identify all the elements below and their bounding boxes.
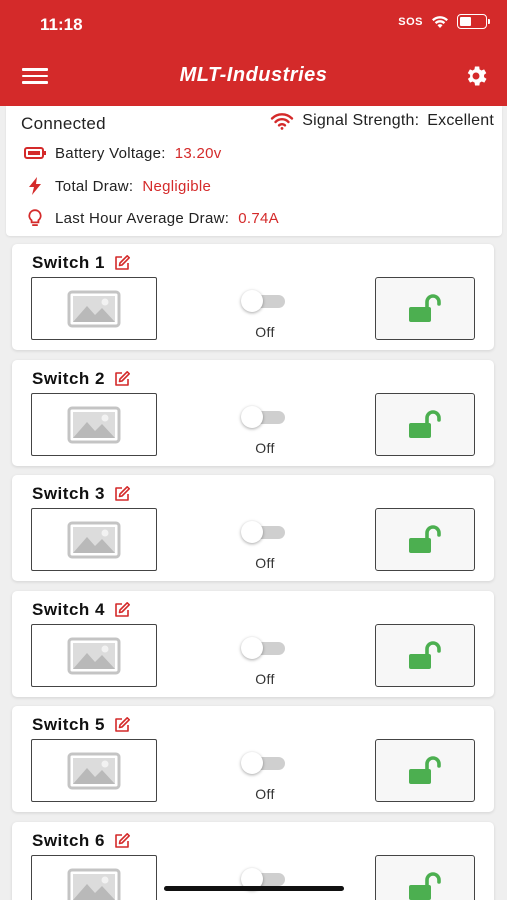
switch-name: Switch 2 [32, 369, 105, 388]
switch-title: Switch 5 [32, 715, 131, 735]
home-indicator [164, 886, 344, 891]
total-draw-value: Negligible [142, 177, 212, 195]
image-placeholder-icon [67, 521, 121, 558]
lock-button[interactable] [375, 855, 475, 900]
switch-name: Switch 3 [32, 484, 105, 503]
status-time: 11:18 [40, 15, 83, 34]
image-placeholder-icon [67, 752, 121, 789]
image-placeholder-icon [67, 406, 121, 443]
switch-toggle[interactable] [241, 406, 287, 428]
switch-card: Switch 3 Off [12, 475, 494, 581]
unlock-icon [409, 524, 441, 553]
image-placeholder-icon [67, 868, 121, 900]
signal-strength: Signal Strength: Excellent [270, 112, 494, 130]
unlock-icon [409, 640, 441, 669]
app-title: MLT-Industries [179, 64, 328, 86]
unlock-icon [409, 871, 441, 900]
switch-toggle[interactable] [241, 868, 287, 890]
sos-label: SOS [398, 15, 423, 28]
lock-button[interactable] [375, 739, 475, 802]
edit-icon[interactable] [113, 716, 131, 734]
switch-toggle[interactable] [241, 637, 287, 659]
wifi-status-icon [432, 15, 448, 28]
app-header: 11:18 SOS MLT-Industries [0, 0, 507, 106]
switch-toggle[interactable] [241, 290, 287, 312]
switch-card: Switch 5 Off [12, 706, 494, 812]
unlock-icon [409, 409, 441, 438]
bolt-icon [24, 176, 46, 196]
total-draw-label: Total Draw: [55, 177, 134, 195]
switch-name: Switch 1 [32, 253, 105, 272]
switch-title: Switch 2 [32, 369, 131, 389]
switch-image-button[interactable] [31, 624, 157, 687]
edit-icon[interactable] [113, 370, 131, 388]
edit-icon[interactable] [113, 254, 131, 272]
switch-image-button[interactable] [31, 393, 157, 456]
edit-icon[interactable] [113, 832, 131, 850]
switch-image-button[interactable] [31, 739, 157, 802]
image-placeholder-icon [67, 637, 121, 674]
lock-button[interactable] [375, 277, 475, 340]
battery-voltage-value: 13.20v [174, 144, 222, 162]
unlock-icon [409, 293, 441, 322]
switch-name: Switch 4 [32, 600, 105, 619]
switch-title: Switch 6 [32, 831, 131, 851]
average-draw-label: Last Hour Average Draw: [55, 209, 230, 227]
average-draw-row: Last Hour Average Draw: 0.74A [24, 208, 279, 228]
signal-label: Signal Strength: [302, 112, 420, 129]
unlock-icon [409, 755, 441, 784]
switch-image-button[interactable] [31, 277, 157, 340]
switch-name: Switch 5 [32, 715, 105, 734]
switch-state: Off [255, 555, 275, 571]
switch-state: Off [255, 671, 275, 687]
switch-state: Off [255, 786, 275, 802]
status-indicators: SOS [398, 14, 490, 29]
status-panel: Connected Signal Strength: Excellent Bat… [6, 106, 502, 236]
bulb-icon [24, 208, 46, 228]
switch-name: Switch 6 [32, 831, 105, 850]
switch-card: Switch 4 Off [12, 591, 494, 697]
total-draw-row: Total Draw: Negligible [24, 176, 211, 196]
battery-voltage-row: Battery Voltage: 13.20v [24, 143, 222, 163]
switch-card: Switch 2 Off [12, 360, 494, 466]
switch-state: Off [255, 440, 275, 456]
switch-image-button[interactable] [31, 508, 157, 571]
switch-toggle[interactable] [241, 752, 287, 774]
switch-title: Switch 1 [32, 253, 131, 273]
switch-card: Switch 1 Off [12, 244, 494, 350]
edit-icon[interactable] [113, 601, 131, 619]
wifi-icon [271, 113, 294, 130]
battery-voltage-label: Battery Voltage: [55, 144, 166, 162]
switch-title: Switch 3 [32, 484, 131, 504]
battery-icon [24, 143, 46, 163]
edit-icon[interactable] [113, 485, 131, 503]
signal-value: Excellent [427, 112, 494, 129]
switch-title: Switch 4 [32, 600, 131, 620]
battery-status-icon [457, 14, 490, 29]
switch-toggle[interactable] [241, 521, 287, 543]
lock-button[interactable] [375, 508, 475, 571]
switch-state: Off [255, 324, 275, 340]
lock-button[interactable] [375, 624, 475, 687]
connection-status: Connected [21, 114, 106, 133]
gear-icon[interactable] [463, 63, 489, 89]
switch-image-button[interactable] [31, 855, 157, 900]
image-placeholder-icon [67, 290, 121, 327]
lock-button[interactable] [375, 393, 475, 456]
average-draw-value: 0.74A [238, 209, 279, 227]
